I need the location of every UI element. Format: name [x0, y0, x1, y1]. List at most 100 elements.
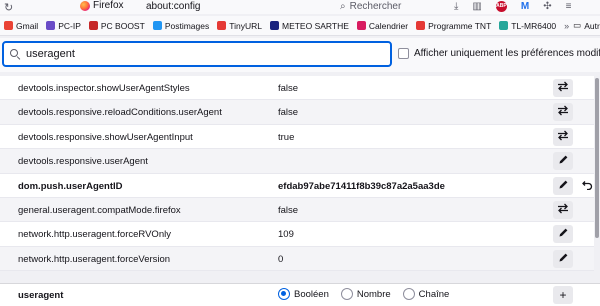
bookmark-label: Calendrier	[368, 20, 409, 31]
search-bar[interactable]: ⌕ Rechercher	[340, 0, 450, 13]
bookmark-item[interactable]: Calendrier	[356, 20, 409, 31]
toggle-button[interactable]	[553, 127, 573, 146]
show-modified-only[interactable]: Afficher uniquement les préférences modi…	[398, 48, 600, 59]
search-icon: ⌕	[340, 1, 346, 12]
pref-value: efdab97abe71411f8b39c87a2a5aa3de	[278, 180, 445, 192]
pref-row: devtools.responsive.showUserAgentInput tr…	[0, 124, 600, 150]
bookmark-favicon-icon	[88, 21, 98, 30]
toggle-button[interactable]	[553, 103, 573, 122]
toggle-arrows-icon	[557, 81, 569, 95]
toggle-arrows-icon	[557, 203, 569, 217]
firefox-logo-icon	[80, 0, 90, 11]
bookmark-favicon-icon	[4, 21, 13, 30]
identity-box[interactable]: Firefox	[80, 0, 124, 11]
bookmark-favicon-icon	[269, 21, 279, 30]
pref-name: devtools.inspector.showUserAgentStyles	[18, 83, 190, 94]
bookmark-favicon-icon	[356, 21, 366, 30]
bookmark-label: TL-MR6400	[511, 20, 557, 31]
pref-type-label: Chaîne	[418, 288, 450, 300]
pref-type-radio[interactable]: Booléen	[278, 288, 329, 300]
pref-name: devtools.responsive.showUserAgentInput	[18, 131, 193, 143]
pref-value: false	[278, 107, 299, 119]
about-config-window: ↻ Firefox about:config ⌕ Rechercher ⤓ ▥ …	[0, 0, 600, 306]
bookmark-item[interactable]: Programme TNT	[416, 21, 491, 31]
toolbar-icons: ⤓ ▥ ABP M ✣ ≡	[454, 0, 571, 13]
bookmark-item[interactable]: METEO SARTHE	[269, 20, 349, 31]
prefs-table: devtools.inspector.showUserAgentStyles fa…	[0, 76, 600, 272]
edit-button[interactable]	[553, 225, 573, 244]
pencil-icon	[558, 179, 569, 193]
pref-row: devtools.inspector.showUserAgentStyles fa…	[0, 76, 600, 101]
url-bar[interactable]: about:config	[146, 1, 201, 12]
navigation-toolbar: ↻ Firefox about:config ⌕ Rechercher ⤓ ▥ …	[0, 0, 600, 14]
bookmark-item[interactable]: TinyURL	[217, 21, 262, 31]
bookmark-label: METEO SARTHE	[281, 20, 349, 31]
other-bookmarks-folder[interactable]: ▭Autres marque-pages	[573, 20, 600, 31]
add-pref-button[interactable]: +	[553, 286, 573, 304]
scrollbar-thumb[interactable]	[595, 78, 599, 238]
pref-type-radio[interactable]: Chaîne	[402, 288, 450, 300]
toggle-button[interactable]	[553, 200, 573, 219]
pref-name: network.http.useragent.forceVersion	[18, 253, 171, 265]
bookmark-item[interactable]: PC-IP	[46, 21, 81, 31]
radio-dot[interactable]	[402, 288, 415, 300]
bookmarks-overflow-chevron-icon[interactable]: »	[564, 21, 569, 31]
search-icon	[10, 49, 20, 59]
other-bookmarks-label: Autres marque-pages	[584, 20, 600, 31]
bookmark-favicon-icon	[217, 21, 227, 30]
prefs-scrollbar[interactable]	[594, 76, 600, 282]
radio-dot[interactable]	[340, 288, 353, 300]
pencil-icon	[558, 227, 569, 241]
toggle-button[interactable]	[553, 79, 573, 97]
bookmark-item[interactable]: TL-MR6400	[499, 21, 556, 31]
pref-type-radios: Booléen Nombre Chaîne	[278, 288, 449, 300]
radio-dot[interactable]	[278, 288, 290, 300]
toggle-arrows-icon	[557, 105, 569, 119]
toggle-arrows-icon	[557, 130, 569, 144]
edit-button[interactable]	[553, 176, 573, 195]
bookmark-favicon-icon	[152, 21, 162, 30]
pref-search-input[interactable]	[26, 48, 326, 60]
adblock-plus-icon[interactable]: ABP	[495, 1, 507, 12]
pref-value: 0	[278, 253, 284, 265]
reset-arrow-icon	[581, 179, 593, 193]
edit-button[interactable]	[553, 152, 573, 171]
bookmark-item[interactable]: Gmail	[4, 21, 38, 31]
downloads-icon[interactable]: ⤓	[454, 1, 458, 12]
bookmark-label: Programme TNT	[428, 20, 492, 31]
pencil-icon	[558, 154, 569, 168]
pref-filter-box[interactable]	[2, 41, 392, 67]
menu-icon[interactable]: ≡	[566, 1, 572, 12]
bookmark-favicon-icon	[499, 21, 509, 30]
pencil-icon	[558, 252, 569, 266]
extension-m-icon[interactable]: M	[521, 1, 529, 12]
show-modified-checkbox[interactable]	[398, 48, 409, 59]
pref-row: dom.push.userAgentID efdab97abe71411f8b39…	[0, 173, 600, 198]
pref-type-radio[interactable]: Nombre	[340, 288, 391, 300]
bookmark-item[interactable]: Postimages	[152, 21, 209, 31]
bookmark-favicon-icon	[416, 21, 426, 30]
pref-row: devtools.responsive.reloadConditions.use…	[0, 100, 600, 125]
search-row: Afficher uniquement les préférences modi…	[0, 38, 600, 72]
bookmark-label: Gmail	[16, 20, 39, 31]
browser-name: Firefox	[93, 0, 124, 11]
pref-row: general.useragent.compatMode.firefox fals…	[0, 197, 600, 223]
pref-type-label: Nombre	[356, 288, 391, 300]
pref-row: devtools.responsive.userAgent	[0, 149, 600, 174]
pref-name: devtools.responsive.userAgent	[18, 156, 148, 168]
bookmark-label: PC-IP	[58, 20, 81, 31]
edit-button[interactable]	[553, 249, 573, 268]
pref-value: true	[278, 131, 295, 143]
bookmark-favicon-icon	[46, 21, 56, 30]
add-pref-row: useragent Booléen Nombre Chaîne +	[0, 283, 600, 306]
sidebar-icon[interactable]: ▥	[472, 1, 481, 12]
extensions-puzzle-icon[interactable]: ✣	[543, 1, 551, 12]
reload-icon[interactable]: ↻	[4, 1, 13, 14]
bookmark-item[interactable]: PC BOOST	[88, 20, 145, 31]
reset-button[interactable]	[580, 179, 594, 193]
search-bar-placeholder: Rechercher	[349, 1, 402, 12]
bookmarks-toolbar: Gmail PC-IP PC BOOST Postimages TinyURL METEO…	[0, 16, 600, 36]
bookmark-label: PC BOOST	[100, 20, 145, 31]
pref-name: network.http.useragent.forceRVOnly	[18, 229, 171, 241]
pref-value: 109	[278, 229, 294, 241]
